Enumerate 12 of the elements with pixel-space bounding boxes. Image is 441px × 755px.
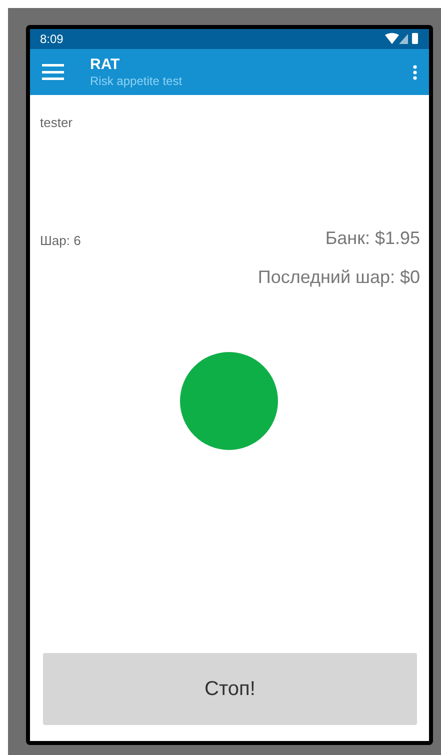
ball-count: Шар: 6	[40, 233, 81, 248]
app-subtitle: Risk appetite test	[90, 74, 184, 88]
status-time: 8:09	[40, 32, 64, 46]
menu-icon[interactable]	[42, 64, 64, 80]
last-ball-amount: Последний шар: $0	[258, 267, 420, 288]
app-title: RAT	[90, 56, 121, 73]
more-options-icon[interactable]	[413, 64, 417, 80]
stop-button[interactable]: Стоп!	[43, 653, 417, 725]
bank-amount: Банк: $1.95	[325, 228, 420, 249]
status-icons	[385, 33, 419, 45]
ball-icon[interactable]	[180, 352, 278, 450]
user-name: tester	[40, 115, 74, 130]
